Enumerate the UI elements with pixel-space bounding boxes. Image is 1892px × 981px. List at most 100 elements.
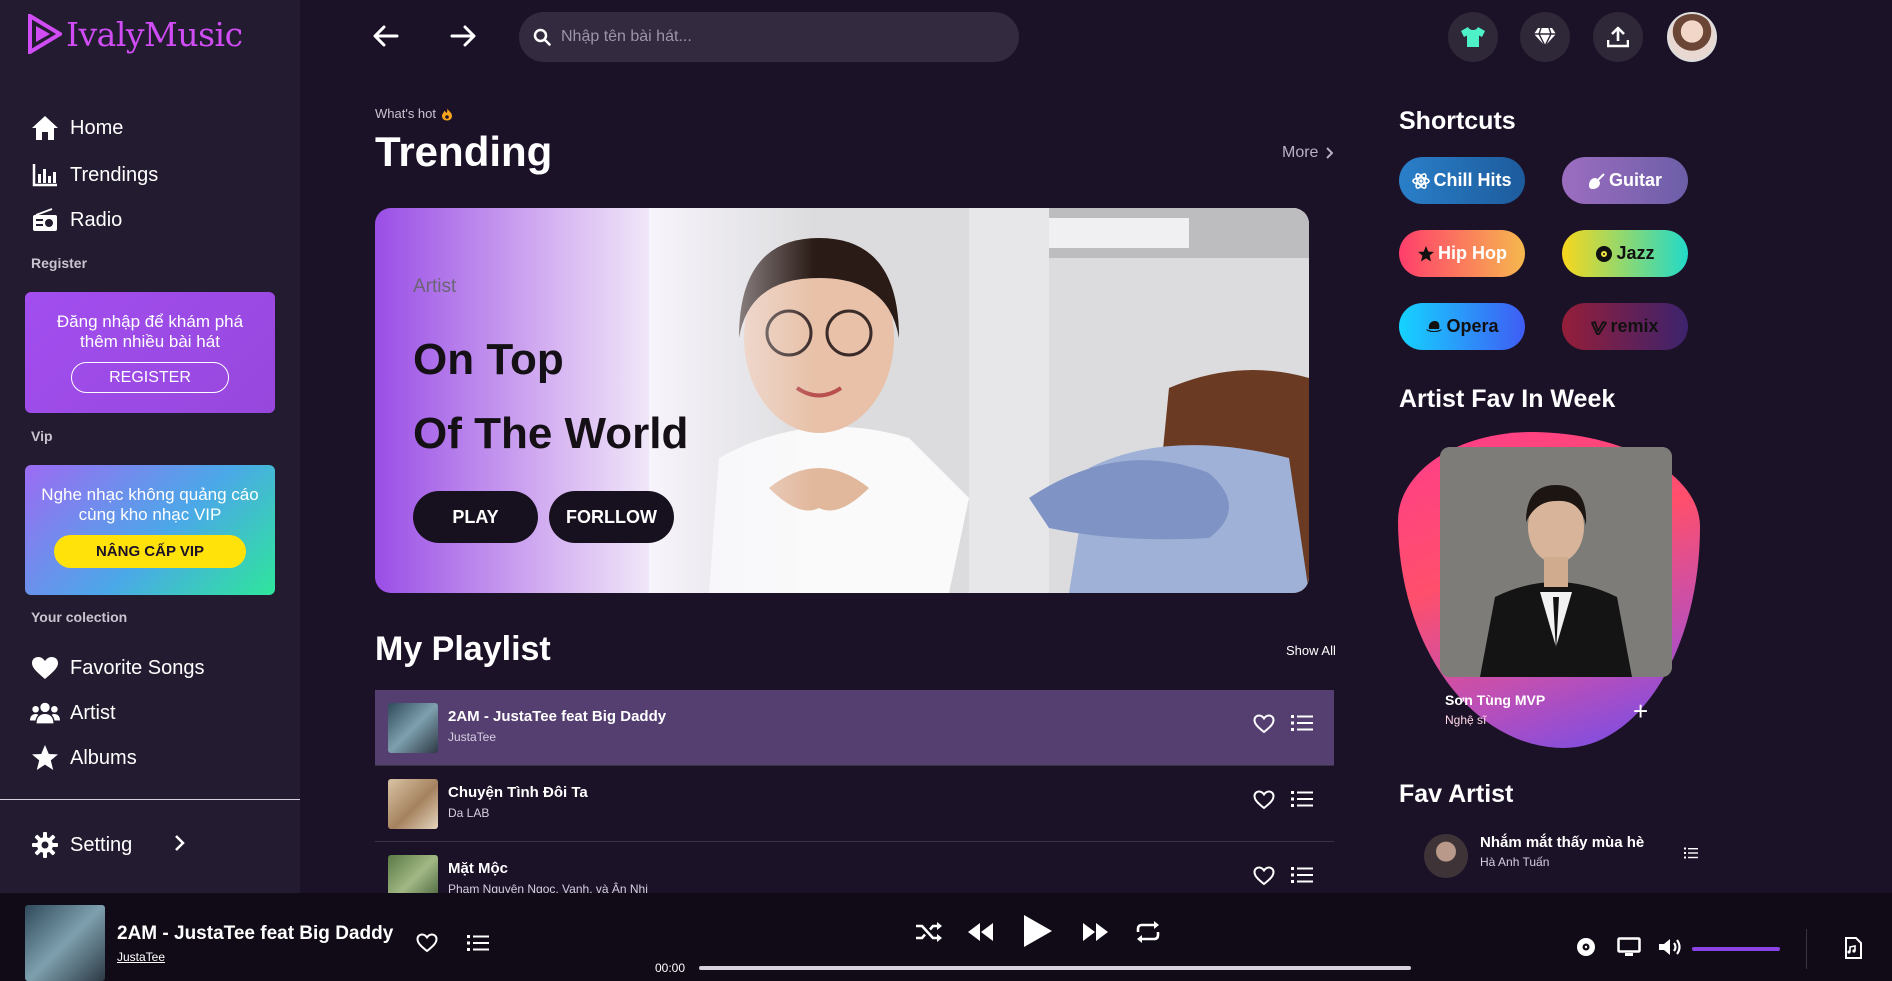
fav-artist-item[interactable]: Nhắm mắt thấy mùa hè Hà Anh Tuấn [1422,832,1722,880]
nav-albums[interactable]: Albums [30,743,137,773]
guitar-icon [1588,172,1606,190]
queue-icon[interactable] [467,934,489,952]
hero-artist-photo [649,208,1309,593]
volume-icon[interactable] [1658,937,1684,957]
back-button[interactable] [370,20,402,52]
user-avatar[interactable] [1667,12,1717,62]
fav-song-title: Nhắm mắt thấy mùa hè [1480,834,1645,851]
register-section-label: Register [31,255,88,271]
shortcut-jazz[interactable]: Jazz [1562,230,1688,277]
fav-artist-avatar [1424,834,1468,878]
volume-slider[interactable] [1692,947,1780,951]
show-all-link[interactable]: Show All [1286,643,1336,658]
screen-icon[interactable] [1617,937,1641,957]
more-link-label: More [1282,144,1319,161]
heart-icon [30,653,60,683]
playlist-row[interactable]: Mặt Mộc Phạm Nguyên Ngọc, Vanh, và Ân Nh… [375,842,1334,893]
playlist-row[interactable]: 2AM - JustaTee feat Big Daddy JustaTee [375,690,1334,766]
song-cover [388,703,438,753]
chevron-right-icon[interactable] [174,834,186,857]
nav-radio-label: Radio [70,208,123,231]
shortcut-remix[interactable]: remix [1562,303,1688,350]
app-logo[interactable]: IvalyMusic [28,14,243,54]
nav-favorite-songs[interactable]: Favorite Songs [30,653,205,683]
shortcut-guitar[interactable]: Guitar [1562,157,1688,204]
trending-title: Trending [375,128,553,175]
star-icon [30,743,60,773]
vip-button[interactable] [1520,12,1570,62]
song-cover [388,855,438,893]
star-icon [1417,245,1435,263]
upgrade-vip-button[interactable]: NÂNG CẤP VIP [54,535,246,568]
song-artist: JustaTee [448,730,497,744]
diamond-icon [1534,27,1556,47]
radio-icon [30,205,60,235]
fast-forward-icon[interactable] [1082,921,1110,943]
play-icon[interactable] [1020,913,1054,949]
now-playing-artist[interactable]: JustaTee [117,950,165,964]
fire-icon [442,107,453,120]
nav-trendings-label: Trendings [70,163,159,186]
vimeo-icon [1591,319,1608,335]
nav-radio[interactable]: Radio [30,205,122,235]
heart-icon[interactable] [1253,714,1275,739]
list-menu-icon[interactable] [1291,714,1313,737]
nav-home-label: Home [70,116,124,139]
search-input[interactable] [561,28,961,46]
shortcut-label: Guitar [1608,170,1662,190]
whats-hot-text: What's hot [375,106,437,121]
rewind-icon[interactable] [966,921,994,943]
hero-play-button[interactable]: PLAY [413,491,538,543]
lyrics-icon[interactable] [1844,937,1862,959]
heart-icon[interactable] [416,933,438,953]
playlist-row[interactable]: Chuyện Tình Đôi Ta Da LAB [375,766,1334,842]
upload-button[interactable] [1593,12,1643,62]
song-cover [388,779,438,829]
bar-chart-icon [30,160,60,190]
record-icon [1595,245,1613,263]
heart-icon[interactable] [1253,866,1275,891]
player-bar: 2AM - JustaTee feat Big Daddy JustaTee 0… [0,893,1892,981]
nav-trendings[interactable]: Trendings [30,160,158,190]
playlist-title: My Playlist [375,630,551,668]
song-artist: Da LAB [448,806,490,820]
shuffle-icon[interactable] [915,921,943,943]
forward-button[interactable] [447,20,479,52]
disc-icon[interactable] [1576,937,1596,957]
nav-setting[interactable]: Setting [30,830,190,860]
shortcut-opera[interactable]: Opera [1399,303,1525,350]
shortcut-label: Chill Hits [1433,170,1512,190]
shortcut-chill-hits[interactable]: Chill Hits [1399,157,1525,204]
song-artist: Phạm Nguyên Ngọc, Vanh, và Ân Nhi [448,882,648,893]
nav-home[interactable]: Home [30,113,123,143]
search-bar [519,12,1019,62]
heart-icon[interactable] [1253,790,1275,815]
gear-icon [30,830,60,860]
progress-bar[interactable] [699,966,1411,970]
add-artist-button[interactable]: + [1633,696,1648,727]
arrow-left-icon [373,25,399,47]
fav-artist-title: Fav Artist [1399,780,1514,808]
nav-artist[interactable]: Artist [30,698,116,728]
list-menu-icon[interactable] [1291,790,1313,813]
arrow-right-icon [450,25,476,47]
nav-artist-label: Artist [70,701,116,724]
register-button[interactable]: REGISTER [71,362,229,393]
list-menu-icon[interactable] [1291,866,1313,889]
artist-fav-photo[interactable] [1440,447,1672,677]
whats-hot-label: What's hot [375,106,453,121]
theme-button[interactable] [1448,12,1498,62]
nav-favorite-songs-label: Favorite Songs [70,656,205,679]
more-link[interactable]: More [1282,144,1334,162]
vip-promo-text: Nghe nhạc không quảng cáo cùng kho nhạc … [41,485,259,524]
vip-promo-card: Nghe nhạc không quảng cáo cùng kho nhạc … [25,465,275,595]
register-promo-card: Đăng nhập để khám phá thêm nhiều bài hát… [25,292,275,413]
shortcut-hip-hop[interactable]: Hip Hop [1399,230,1525,277]
shirt-icon [1461,27,1485,47]
list-menu-icon[interactable] [1684,846,1698,864]
shortcuts-title: Shortcuts [1399,107,1516,135]
hero-title-line1: On Top [413,335,564,384]
hero-follow-button[interactable]: FORLLOW [549,491,674,543]
repeat-icon[interactable] [1134,920,1162,944]
artist-fav-name[interactable]: Sơn Tùng MVP [1445,692,1545,708]
